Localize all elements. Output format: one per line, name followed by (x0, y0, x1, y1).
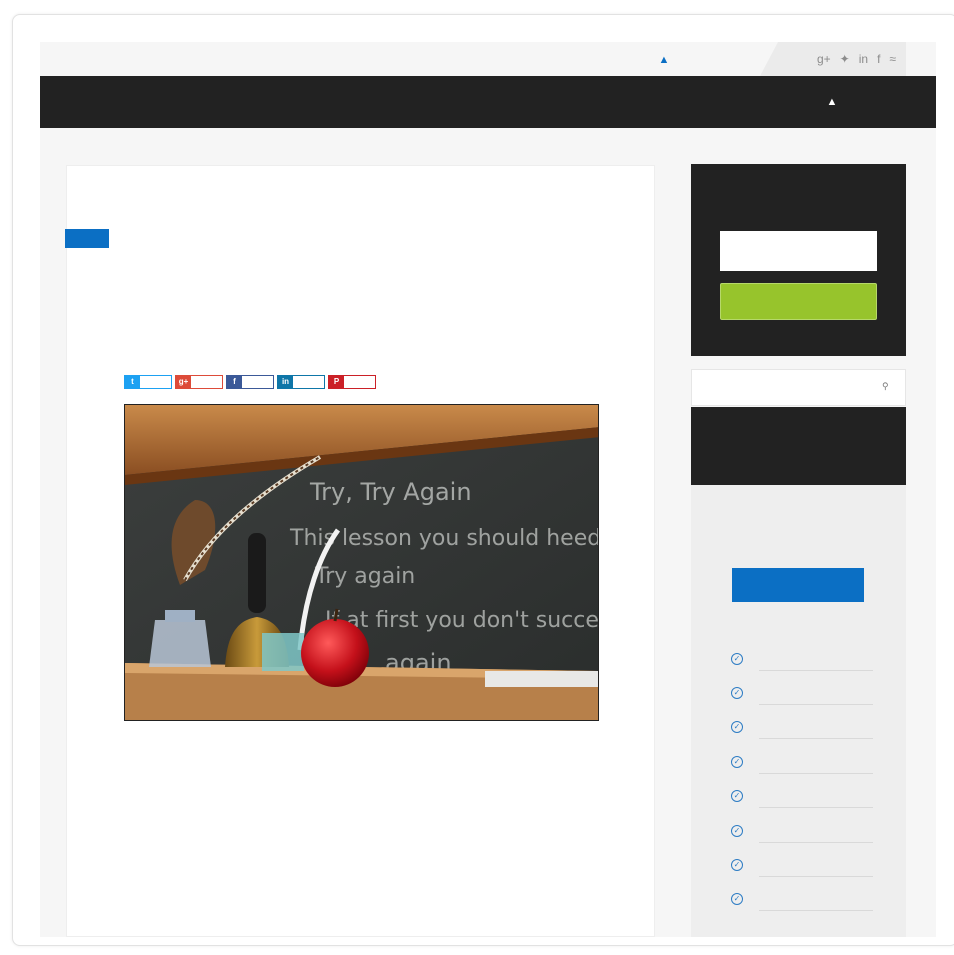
check-circle-icon: ✓ (731, 893, 743, 905)
share-buttons: t g+ f in P (124, 375, 376, 389)
check-circle-icon: ✓ (731, 859, 743, 871)
sidebar-list-item[interactable]: ✓ (731, 687, 873, 709)
nav-user-icon[interactable]: ▲ (826, 96, 838, 108)
social-links: g+ ✦ in f ≈ (760, 42, 906, 76)
google-plus-icon: g+ (176, 376, 191, 388)
sidebar-dark-banner (691, 407, 906, 485)
user-icon[interactable]: ▲ (658, 54, 670, 66)
category-tag[interactable] (65, 229, 109, 248)
linkedin-icon: in (278, 376, 293, 388)
main-navbar (40, 76, 936, 128)
check-circle-icon: ✓ (731, 756, 743, 768)
sidebar-list-item[interactable]: ✓ (731, 825, 873, 847)
email-field[interactable] (720, 231, 877, 271)
facebook-share-button[interactable]: f (226, 375, 274, 389)
twitter-icon[interactable]: ✦ (840, 52, 850, 66)
classroom-illustration: Try, Try Again This lesson you should he… (125, 405, 599, 720)
search-icon[interactable]: ⚲ (882, 381, 892, 391)
list-divider (759, 807, 873, 808)
check-circle-icon: ✓ (731, 790, 743, 802)
pinterest-icon: P (329, 376, 344, 388)
google-plus-icon[interactable]: g+ (817, 52, 831, 66)
sidebar-list-item[interactable]: ✓ (731, 653, 873, 675)
list-divider (759, 738, 873, 739)
rss-icon[interactable]: ≈ (889, 52, 896, 66)
article-hero-image: Try, Try Again This lesson you should he… (124, 404, 599, 721)
google-plus-share-button[interactable]: g+ (175, 375, 223, 389)
svg-text:If at first you don't succeed: If at first you don't succeed (325, 608, 599, 633)
list-divider (759, 876, 873, 877)
check-circle-icon: ✓ (731, 653, 743, 665)
list-divider (759, 670, 873, 671)
sidebar-list-item[interactable]: ✓ (731, 721, 873, 743)
twitter-share-button[interactable]: t (124, 375, 172, 389)
sidebar-list-item[interactable]: ✓ (731, 859, 873, 881)
list-divider (759, 842, 873, 843)
sidebar-cta-button[interactable] (732, 568, 864, 602)
svg-text:Try again: Try again (314, 564, 415, 589)
sidebar-list-item[interactable]: ✓ (731, 790, 873, 812)
search-input[interactable] (691, 369, 906, 406)
sidebar-list-item[interactable]: ✓ (731, 893, 873, 915)
facebook-icon: f (227, 376, 242, 388)
twitter-icon: t (125, 376, 140, 388)
check-circle-icon: ✓ (731, 687, 743, 699)
subscribe-button[interactable] (720, 283, 877, 320)
sidebar-list-item[interactable]: ✓ (731, 756, 873, 778)
list-divider (759, 773, 873, 774)
pinterest-share-button[interactable]: P (328, 375, 376, 389)
check-circle-icon: ✓ (731, 721, 743, 733)
facebook-icon[interactable]: f (877, 52, 880, 66)
check-circle-icon: ✓ (731, 825, 743, 837)
linkedin-share-button[interactable]: in (277, 375, 325, 389)
list-divider (759, 910, 873, 911)
list-divider (759, 704, 873, 705)
linkedin-icon[interactable]: in (859, 52, 868, 66)
svg-text:Try, Try Again: Try, Try Again (309, 478, 472, 506)
